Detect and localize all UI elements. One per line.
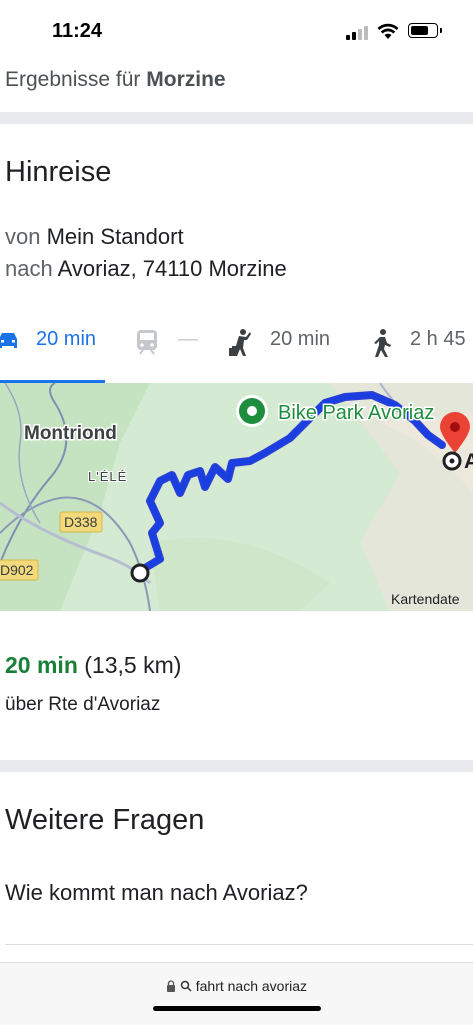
section-divider bbox=[0, 112, 473, 124]
walking-icon bbox=[374, 329, 391, 357]
wifi-icon bbox=[377, 23, 399, 39]
route-distance: (13,5 km) bbox=[84, 652, 182, 678]
question-item[interactable]: Wie kommt man nach Avoriaz? bbox=[5, 880, 308, 906]
home-indicator[interactable] bbox=[153, 1006, 321, 1011]
section-divider-2 bbox=[0, 760, 473, 772]
tab-cycling[interactable]: 20 min bbox=[224, 314, 344, 384]
map-canvas: Bike Park Avoriaz Montriond L'ÉLÉ D338 D… bbox=[0, 383, 473, 611]
destination-line: nach Avoriaz, 74110 Morzine bbox=[5, 256, 287, 281]
origin-marker bbox=[130, 563, 150, 583]
results-for-text: Ergebnisse für Morzine bbox=[5, 68, 226, 91]
tab-transit[interactable]: — bbox=[126, 314, 206, 384]
road-label-d902: D902 bbox=[0, 562, 34, 578]
cellular-signal-icon bbox=[346, 24, 370, 40]
route-via: über Rte d'Avoriaz bbox=[5, 694, 161, 715]
directions-title: Hinreise bbox=[5, 156, 112, 188]
route-summary: 20 min (13,5 km) bbox=[5, 652, 181, 679]
poi-label: Bike Park Avoriaz bbox=[278, 402, 434, 424]
battery-icon bbox=[408, 23, 442, 38]
question-divider bbox=[5, 944, 473, 945]
destination-value: Avoriaz, 74110 Morzine bbox=[57, 256, 287, 281]
results-header: Ergebnisse für Morzine bbox=[0, 60, 473, 112]
cycling-hiking-icon bbox=[229, 329, 251, 356]
travel-mode-tabs: 20 min — 20 min 2 h 45 bbox=[0, 314, 473, 384]
url-text: fahrt nach avoriaz bbox=[195, 978, 308, 994]
map-attribution: Kartendate bbox=[391, 591, 460, 607]
car-icon bbox=[0, 333, 17, 348]
more-questions-title: Weitere Fragen bbox=[5, 804, 205, 836]
road-label-d338: D338 bbox=[64, 514, 98, 530]
town-label-montriond: Montriond bbox=[24, 423, 117, 444]
tab-walking[interactable]: 2 h 45 bbox=[370, 314, 473, 384]
url-field[interactable]: fahrt nach avoriaz bbox=[0, 978, 473, 994]
query-term: Morzine bbox=[146, 68, 226, 91]
lock-icon bbox=[166, 980, 175, 992]
origin-line: von Mein Standort bbox=[5, 224, 184, 249]
train-icon bbox=[137, 330, 157, 355]
route-map[interactable]: Bike Park Avoriaz Montriond L'ÉLÉ D338 D… bbox=[0, 383, 473, 611]
status-bar: 11:24 bbox=[0, 0, 473, 60]
poi-marker-icon[interactable] bbox=[236, 395, 268, 427]
origin-value: Mein Standort bbox=[46, 224, 184, 249]
route-duration: 20 min bbox=[5, 652, 78, 678]
place-label-lele: L'ÉLÉ bbox=[88, 469, 127, 484]
destination-label: A bbox=[464, 450, 473, 473]
tab-driving[interactable]: 20 min bbox=[0, 314, 105, 384]
browser-url-bar[interactable]: fahrt nach avoriaz bbox=[0, 962, 473, 1025]
status-time: 11:24 bbox=[52, 20, 103, 42]
search-icon bbox=[180, 980, 192, 992]
